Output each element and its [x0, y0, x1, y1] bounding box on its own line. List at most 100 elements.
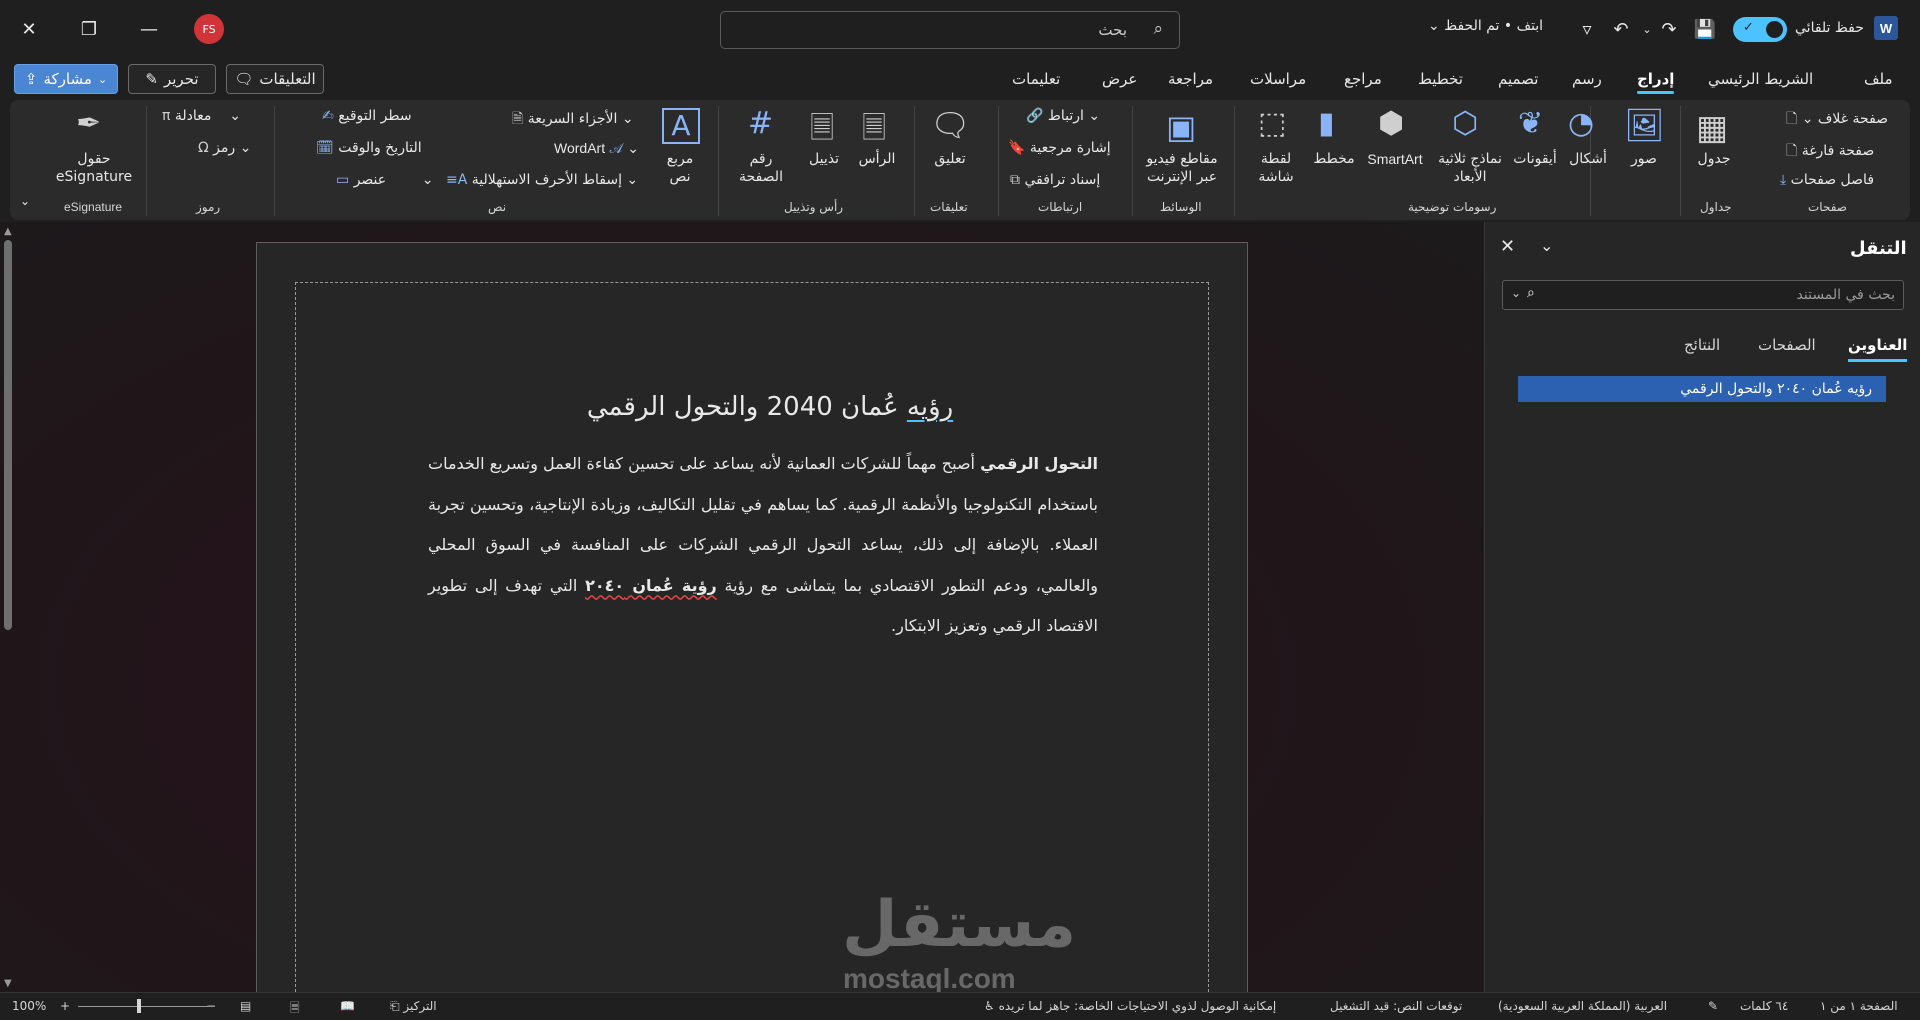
zoom-slider[interactable]	[78, 1006, 208, 1007]
cover-page-button[interactable]: صفحة غلاف ⌄ 🗋	[1786, 108, 1888, 132]
icons-button[interactable]: أيقونات	[1506, 150, 1564, 168]
document-title[interactable]: رؤيه عُمان 2040 والتحول الرقمي	[400, 392, 1140, 422]
focus-button[interactable]: التركيز ⎗	[390, 999, 437, 1014]
cross-reference-button[interactable]: إسناد ترافقي ⧉	[1010, 172, 1100, 188]
web-layout-icon[interactable]: ▤	[240, 999, 251, 1013]
ribbon-collapse-icon[interactable]: ⌄	[20, 194, 30, 208]
tab-pages[interactable]: الصفحات	[1758, 336, 1816, 354]
title-text: عُمان 2040 والتحول الرقمي	[586, 392, 899, 422]
comments-button[interactable]: 🗨 التعليقات	[226, 64, 324, 94]
pencil-icon: ✎	[145, 70, 158, 88]
vertical-scrollbar[interactable]	[4, 240, 12, 630]
signature-line-button[interactable]: سطر التوقيع ✍	[322, 108, 412, 124]
tab-layout[interactable]: تخطيط	[1418, 70, 1463, 88]
tab-references[interactable]: مراجع	[1344, 70, 1382, 88]
separator	[1132, 106, 1133, 216]
group-label-esignature: eSignature	[64, 200, 123, 214]
online-video-icon[interactable]: ▣	[1166, 108, 1196, 146]
chart-icon[interactable]: ▮	[1318, 106, 1335, 141]
chart-button[interactable]: مخطط	[1310, 150, 1358, 168]
new-comment-button[interactable]: تعليق	[928, 150, 972, 168]
table-button[interactable]: جدول	[1694, 150, 1734, 168]
smartart-button[interactable]: SmartArt	[1362, 150, 1428, 168]
wordart-button[interactable]: ⌄ WordArt 𝒜	[554, 140, 639, 157]
tab-insert[interactable]: إدراج	[1637, 70, 1675, 94]
tab-file[interactable]: ملف	[1864, 70, 1893, 88]
redo-icon[interactable]: ↷	[1654, 14, 1684, 44]
search-icon[interactable]: ⌕	[1527, 285, 1535, 301]
avatar[interactable]: FS	[194, 14, 224, 44]
zoom-slider-thumb[interactable]	[136, 999, 141, 1013]
print-layout-icon[interactable]: 🗏	[290, 999, 300, 1020]
new-comment-icon[interactable]: 🗨	[930, 106, 971, 144]
blank-page-button[interactable]: صفحة فارغة 🗋	[1786, 140, 1874, 164]
zoom-in-icon[interactable]: +	[60, 999, 70, 1013]
scroll-down-icon[interactable]: ▼	[4, 978, 12, 989]
read-mode-icon[interactable]: 📖	[340, 999, 355, 1013]
autosave-toggle[interactable]: ✓	[1733, 17, 1787, 42]
tab-results[interactable]: النتائج	[1684, 336, 1720, 354]
tab-design[interactable]: تصميم	[1498, 70, 1538, 88]
smartart-icon[interactable]: ⬢	[1378, 106, 1404, 141]
bookmark-button[interactable]: إشارة مرجعية 🔖	[1008, 140, 1111, 156]
document-body[interactable]: التحول الرقمي أصبح مهماً للشركات العماني…	[428, 444, 1098, 647]
text-predictions-status[interactable]: توقعات النص: قيد التشغيل	[1330, 999, 1462, 1013]
esignature-fields-button[interactable]: حقول eSignature	[50, 150, 138, 186]
screenshot-icon[interactable]: ⬚	[1258, 106, 1286, 141]
scroll-up-icon[interactable]: ▲	[4, 226, 12, 237]
date-time-button[interactable]: التاريخ والوقت 🗓	[316, 140, 422, 156]
link-button[interactable]: ⌄ ارتباط 🔗	[1026, 108, 1100, 124]
save-icon[interactable]: 💾	[1690, 14, 1720, 44]
header-button[interactable]: الرأس	[852, 150, 902, 168]
document-search-input[interactable]: بحث في المستند ⌄ ⌕	[1502, 280, 1904, 310]
close-pane-icon[interactable]: ✕	[1500, 236, 1515, 257]
esignature-icon[interactable]: ✒	[76, 106, 101, 141]
icons-icon[interactable]: ❦	[1518, 106, 1543, 141]
proofing-icon[interactable]: ✎	[1708, 999, 1718, 1013]
search-input[interactable]: بحث ⌕	[720, 11, 1180, 49]
shapes-icon[interactable]: ◔	[1568, 106, 1594, 141]
customize-icon[interactable]: ▿	[1572, 14, 1602, 44]
quick-parts-button[interactable]: ⌄ الأجزاء السريعة 🗎	[512, 108, 634, 132]
tab-help[interactable]: تعليمات	[1012, 70, 1060, 88]
tab-draw[interactable]: رسم	[1572, 70, 1602, 88]
shapes-button[interactable]: أشكال	[1564, 150, 1612, 168]
minimize-icon[interactable]: —	[134, 14, 164, 44]
tab-review[interactable]: مراجعة	[1168, 70, 1213, 88]
online-video-button[interactable]: مقاطع فيديو عبر الإنترنت	[1136, 150, 1228, 186]
pane-options-icon[interactable]: ⌄	[1540, 236, 1553, 255]
textbox-icon[interactable]: A	[662, 108, 700, 144]
chevron-down-icon[interactable]: ⌄	[1511, 286, 1521, 300]
equation-button[interactable]: ⌄ معادلة π	[162, 108, 241, 124]
page-number-icon[interactable]: #	[748, 106, 773, 141]
textbox-button[interactable]: مربع نص	[656, 150, 704, 186]
share-button[interactable]: ⇪ مشاركة ⌄	[14, 64, 118, 94]
zoom-level[interactable]: 100%	[12, 999, 46, 1013]
document-status[interactable]: ابتف • تم الحفظ ⌄	[1428, 18, 1543, 34]
dropcap-button[interactable]: ⌄ إسقاط الأحرف الاستهلالية A≡	[446, 172, 638, 188]
3d-models-icon[interactable]: ⬡	[1452, 106, 1478, 141]
language-status[interactable]: العربية (المملكة العربية السعودية)	[1498, 999, 1667, 1013]
accessibility-status[interactable]: إمكانية الوصول لذوي الاحتياجات الخاصة: ج…	[984, 999, 1276, 1013]
object-button[interactable]: ⌄ عنصر ▭	[336, 172, 433, 188]
heading-item[interactable]: رؤيه عُمان ٢٠٤٠ والتحول الرقمي	[1518, 376, 1886, 402]
edit-button[interactable]: ✎ تحرير	[128, 64, 216, 94]
tab-view[interactable]: عرض	[1102, 70, 1137, 88]
close-icon[interactable]: ✕	[14, 14, 44, 44]
page-number-button[interactable]: رقم الصفحة	[728, 150, 794, 186]
word-count[interactable]: ٦٤ كلمات	[1740, 999, 1788, 1013]
restore-icon[interactable]: ❐	[74, 14, 104, 44]
footer-button[interactable]: تذييل	[802, 150, 846, 168]
title-misspelled-word[interactable]: رؤيه	[907, 392, 953, 422]
tab-mailings[interactable]: مراسلات	[1250, 70, 1306, 88]
tab-home[interactable]: الشريط الرئيسي	[1708, 70, 1813, 88]
page-break-button[interactable]: فاصل صفحات ⤓	[1780, 172, 1874, 188]
table-icon[interactable]: ▦	[1696, 108, 1728, 148]
pictures-button[interactable]: صور	[1626, 150, 1662, 168]
3d-models-button[interactable]: نماذج ثلاثية الأبعاد	[1428, 150, 1512, 186]
screenshot-button[interactable]: لقطة شاشة	[1244, 150, 1308, 186]
symbol-button[interactable]: ⌄ رمز Ω	[198, 140, 251, 156]
tab-headings[interactable]: العناوين	[1848, 336, 1908, 362]
page-count[interactable]: الصفحة ١ من ١	[1820, 999, 1898, 1013]
pictures-icon[interactable]: 🖼	[1624, 106, 1665, 144]
